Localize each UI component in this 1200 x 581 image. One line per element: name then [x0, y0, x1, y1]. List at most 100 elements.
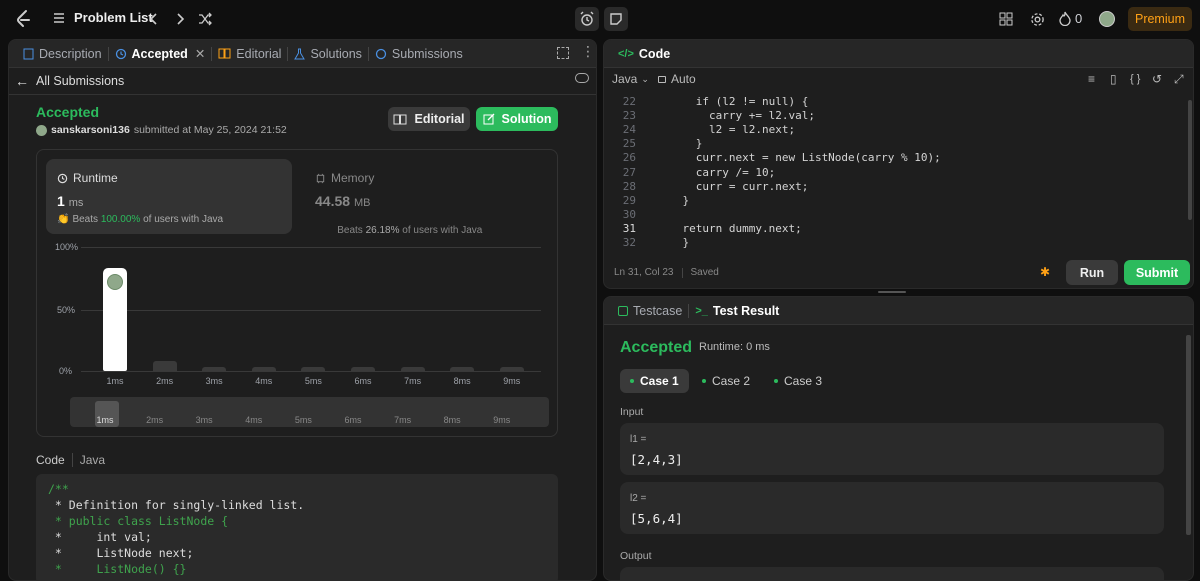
result-scrollbar[interactable]: [1186, 335, 1191, 535]
x-tick-label: 9ms: [503, 376, 521, 386]
editor-line: 22 if (l2 != null) {: [610, 94, 1184, 108]
layout-button[interactable]: [998, 11, 1014, 27]
bookmark-icon[interactable]: ▯: [1110, 72, 1117, 86]
next-icon: [177, 13, 185, 25]
tab-accepted[interactable]: Accepted ✕: [109, 40, 212, 68]
avatar[interactable]: [1099, 11, 1115, 27]
panel-splitter[interactable]: [878, 291, 906, 293]
chart-bar[interactable]: [351, 367, 375, 371]
language-select[interactable]: Java ⌄: [612, 72, 649, 86]
tab-description[interactable]: Description: [17, 40, 108, 68]
code-text: curr.next = new ListNode(carry % 10);: [656, 151, 941, 165]
memory-beats-suffix: of users with Java: [399, 225, 483, 236]
more-options-icon[interactable]: ⋮: [581, 44, 595, 58]
memory-value-row: 44.58 MB: [315, 193, 370, 209]
submit-button[interactable]: Submit: [1124, 260, 1190, 285]
tab-test-result[interactable]: >_ Test Result: [689, 297, 785, 325]
divider: [71, 453, 73, 467]
share-link-icon[interactable]: [575, 73, 589, 83]
chart-bar[interactable]: [103, 268, 127, 371]
timer-button[interactable]: [575, 7, 599, 31]
y-tick: 100%: [55, 242, 79, 252]
chart-bar[interactable]: [499, 367, 524, 371]
y-tick: 0%: [59, 366, 73, 376]
braces-icon[interactable]: { }: [1130, 73, 1140, 85]
run-button[interactable]: Run: [1066, 260, 1118, 285]
line-number: 28: [622, 179, 636, 193]
pass-dot-icon: [702, 379, 706, 383]
chart-bar[interactable]: [400, 367, 425, 371]
chart-bar[interactable]: [152, 361, 177, 371]
username[interactable]: sanskarsoni136: [51, 124, 130, 136]
memory-value: 44.58: [315, 193, 351, 209]
user-avatar-marker: [107, 274, 123, 291]
code-text: }: [656, 193, 690, 207]
tab-test-result-label: Test Result: [712, 303, 780, 318]
runtime-label: Runtime: [73, 171, 118, 185]
auto-mode[interactable]: Auto: [658, 72, 696, 86]
book-icon: [218, 48, 231, 59]
shuffle-button[interactable]: [197, 11, 213, 27]
editor-scrollbar[interactable]: [1188, 100, 1192, 220]
maximize-icon[interactable]: [557, 47, 569, 59]
chart-bar[interactable]: [202, 367, 227, 371]
runtime-card[interactable]: Runtime 1 ms 👏 Beats 100.00% of users wi…: [46, 159, 292, 234]
line-number: 29: [622, 193, 636, 207]
history-icon: [375, 48, 387, 59]
expand-icon[interactable]: ⤢: [1174, 72, 1184, 87]
description-icon: [23, 48, 34, 59]
case-1-tab[interactable]: Case 1: [620, 369, 689, 393]
format-icon[interactable]: ≡: [1088, 72, 1095, 86]
problem-list-button[interactable]: Problem List: [52, 10, 153, 25]
chart-bar[interactable]: [301, 367, 326, 371]
next-problem-button[interactable]: [172, 11, 188, 27]
close-icon[interactable]: ✕: [195, 46, 205, 61]
back-to-submissions[interactable]: ← All Submissions: [15, 73, 124, 89]
prev-problem-button[interactable]: [146, 11, 162, 27]
memory-label: Memory: [331, 171, 375, 185]
streak-count: 0: [1075, 11, 1083, 26]
code-editor[interactable]: 22 if (l2 != null) {23 carry += l2.val; 2…: [604, 94, 1184, 254]
case-2-tab[interactable]: Case 2: [692, 369, 760, 393]
line-number: 22: [622, 94, 636, 108]
case-3-tab[interactable]: Case 3: [764, 369, 832, 393]
premium-button[interactable]: Premium: [1128, 7, 1192, 31]
history-icon: [115, 48, 126, 59]
tab-editorial[interactable]: Editorial: [212, 40, 287, 68]
chart-bar[interactable]: [251, 367, 276, 371]
result-tabs: Testcase >_ Test Result: [604, 297, 1193, 325]
reset-icon[interactable]: ↺: [1152, 72, 1162, 86]
premium-label: Premium: [1134, 12, 1185, 26]
pass-dot-icon: [774, 379, 778, 383]
grid-icon: [999, 12, 1013, 26]
streak-counter[interactable]: 0: [1059, 11, 1082, 26]
book-icon: [393, 114, 407, 124]
memory-unit: MB: [353, 197, 371, 209]
language-value: Java: [612, 72, 638, 86]
prev-icon: [149, 13, 157, 25]
editorial-button[interactable]: Editorial: [388, 107, 470, 131]
line-number: 24: [622, 122, 636, 136]
memory-card[interactable]: Memory 44.58 MB Beats 26.18% of users wi…: [305, 159, 551, 236]
tab-solutions[interactable]: Solutions: [288, 40, 367, 68]
code-line: /**: [48, 482, 69, 497]
code-line: * ListNode next;: [48, 546, 194, 561]
input-l2-box[interactable]: l2 = [5,6,4]: [620, 482, 1164, 534]
settings-button[interactable]: [1029, 11, 1045, 27]
notes-button[interactable]: [604, 7, 628, 31]
debug-icon[interactable]: ✱: [1040, 265, 1054, 279]
chart-bar[interactable]: [450, 367, 475, 371]
solution-button[interactable]: Solution: [476, 107, 558, 131]
input-l1-box[interactable]: l1 = [2,4,3]: [620, 423, 1164, 475]
line-number: 30: [622, 208, 636, 222]
tab-testcase[interactable]: Testcase: [612, 297, 688, 325]
range-slider[interactable]: 1ms 2ms 3ms 4ms 5ms 6ms 7ms 8ms 9ms: [70, 397, 549, 427]
tab-submissions[interactable]: Submissions: [369, 40, 469, 68]
leetcode-logo-icon[interactable]: [14, 9, 34, 29]
line-number: 27: [622, 165, 636, 179]
runtime-beats: 👏 Beats 100.00% of users with Java: [57, 214, 223, 225]
tab-code[interactable]: </> Code: [612, 40, 676, 68]
editor-line: 27 carry /= 10;: [610, 165, 1184, 179]
x-tick-label: 2ms: [156, 376, 174, 386]
x-tick-label: 1ms: [106, 376, 124, 386]
